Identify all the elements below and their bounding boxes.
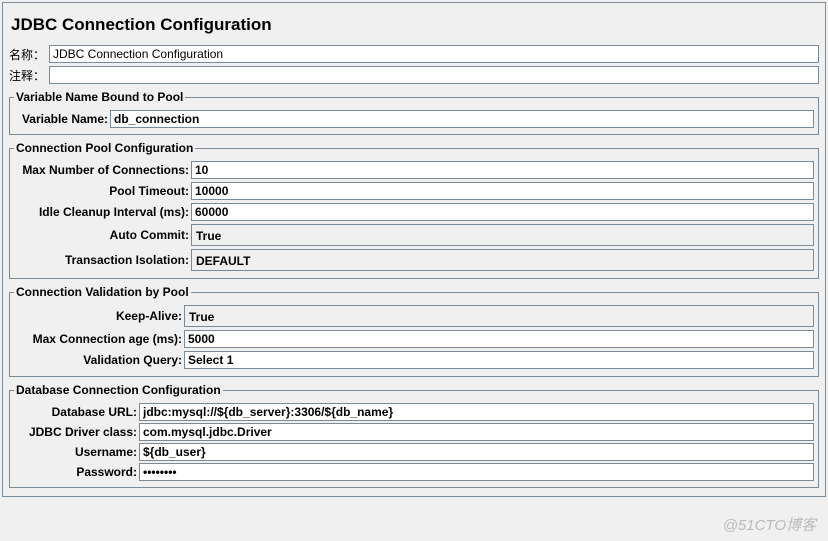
variable-name-label: Variable Name: [14,112,110,126]
db-url-label: Database URL: [14,405,139,419]
group-pool: Connection Pool Configuration Max Number… [9,141,819,279]
variable-name-input[interactable] [110,110,814,128]
group-database-legend: Database Connection Configuration [14,383,223,397]
keep-alive-label: Keep-Alive: [14,309,184,323]
validation-query-label: Validation Query: [14,353,184,367]
comment-input[interactable] [49,66,819,84]
idle-cleanup-input[interactable] [191,203,814,221]
group-pool-legend: Connection Pool Configuration [14,141,195,155]
username-label: Username: [14,445,139,459]
comment-label: 注释： [9,67,49,84]
pool-timeout-input[interactable] [191,182,814,200]
max-connections-label: Max Number of Connections: [14,163,191,177]
max-connections-input[interactable] [191,161,814,179]
group-database: Database Connection Configuration Databa… [9,383,819,488]
txn-isolation-select[interactable]: DEFAULT [191,249,814,271]
txn-isolation-label: Transaction Isolation: [14,253,191,267]
jdbc-driver-input[interactable] [139,423,814,441]
keep-alive-select[interactable]: True [184,305,814,327]
pool-timeout-label: Pool Timeout: [14,184,191,198]
db-url-input[interactable] [139,403,814,421]
group-validation-legend: Connection Validation by Pool [14,285,191,299]
name-row: 名称： [9,45,819,63]
watermark: @51CTO博客 [723,514,816,535]
config-panel: JDBC Connection Configuration 名称： 注释： Va… [2,2,826,497]
name-input[interactable] [49,45,819,63]
max-conn-age-input[interactable] [184,330,814,348]
password-label: Password: [14,465,139,479]
password-input[interactable] [139,463,814,481]
username-input[interactable] [139,443,814,461]
name-label: 名称： [9,46,49,63]
comment-row: 注释： [9,66,819,84]
jdbc-driver-label: JDBC Driver class: [14,425,139,439]
max-conn-age-label: Max Connection age (ms): [14,332,184,346]
auto-commit-label: Auto Commit: [14,228,191,242]
idle-cleanup-label: Idle Cleanup Interval (ms): [14,205,191,219]
auto-commit-select[interactable]: True [191,224,814,246]
group-variable: Variable Name Bound to Pool Variable Nam… [9,90,819,135]
group-validation: Connection Validation by Pool Keep-Alive… [9,285,819,377]
validation-query-input[interactable] [184,351,814,369]
page-title: JDBC Connection Configuration [9,9,819,45]
group-variable-legend: Variable Name Bound to Pool [14,90,185,104]
